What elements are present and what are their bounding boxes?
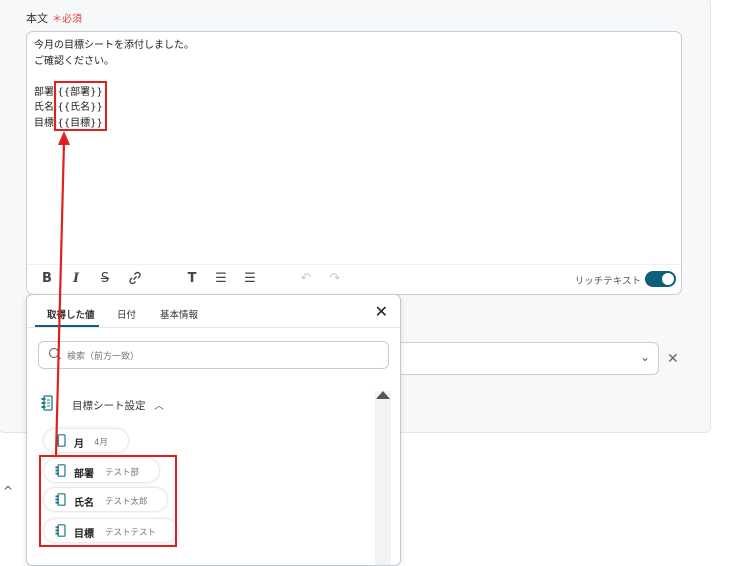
close-icon[interactable]: ✕ [375,302,388,321]
chevron-up-icon[interactable]: ︿ [154,397,164,412]
link-icon [129,271,141,285]
redo-button[interactable]: ↷ [327,271,343,286]
remove-button[interactable]: ✕ [667,351,679,367]
attachment-select[interactable]: ⌄ [380,342,659,375]
value-name: 月 [74,439,84,450]
text-size-button[interactable]: T [184,271,200,286]
editor-line: 今月の目標シートを添付しました。 [34,40,194,51]
tab-acquired-values[interactable]: 取得した値 [47,307,95,321]
value-chip-month[interactable]: 月 4月 [44,429,128,452]
required-badge: ＊必須 [52,14,82,25]
strikethrough-button[interactable]: S [97,271,113,286]
search-input[interactable]: 検索（前方一致） [38,341,389,369]
picker-tabs: 取得した値 日付 基本情報 ✕ [27,295,400,328]
scrollbar[interactable] [375,391,391,565]
sheet-icon [55,434,66,447]
bold-button[interactable]: B [39,271,55,286]
rich-text-label: リッチテキスト [574,276,641,287]
undo-button[interactable]: ↶ [298,271,314,286]
editor-toolbar: B I S T ☰ ☰ ↶ ↷ リッチテキスト [27,264,681,293]
body-field-label: 本文 ＊必須 [26,12,82,25]
search-icon [49,348,59,358]
highlight-box-values [39,455,177,547]
chevron-up-icon[interactable]: ^ [3,484,13,498]
ordered-list-button[interactable]: ☰ [242,271,258,286]
active-tab-indicator [35,325,99,327]
rich-text-toggle[interactable] [645,271,676,287]
sheet-icon [41,395,53,411]
scroll-up-icon[interactable] [376,391,390,399]
body-editor[interactable]: 今月の目標シートを添付しました。 ご確認ください。 部署:{{部署}} 氏名:{… [26,31,682,295]
search-placeholder: 検索（前方一致） [67,352,140,362]
chevron-down-icon: ⌄ [639,350,650,364]
value-preview: 4月 [94,438,108,448]
tab-basic-info[interactable]: 基本情報 [160,307,198,321]
italic-button[interactable]: I [68,271,84,286]
bullet-list-button[interactable]: ☰ [213,271,229,286]
editor-line: ご確認ください。 [34,55,114,67]
tab-date[interactable]: 日付 [117,307,136,321]
highlight-box-placeholders [54,81,107,131]
link-button[interactable] [127,271,143,288]
group-title[interactable]: 目標シート設定 [72,398,146,413]
